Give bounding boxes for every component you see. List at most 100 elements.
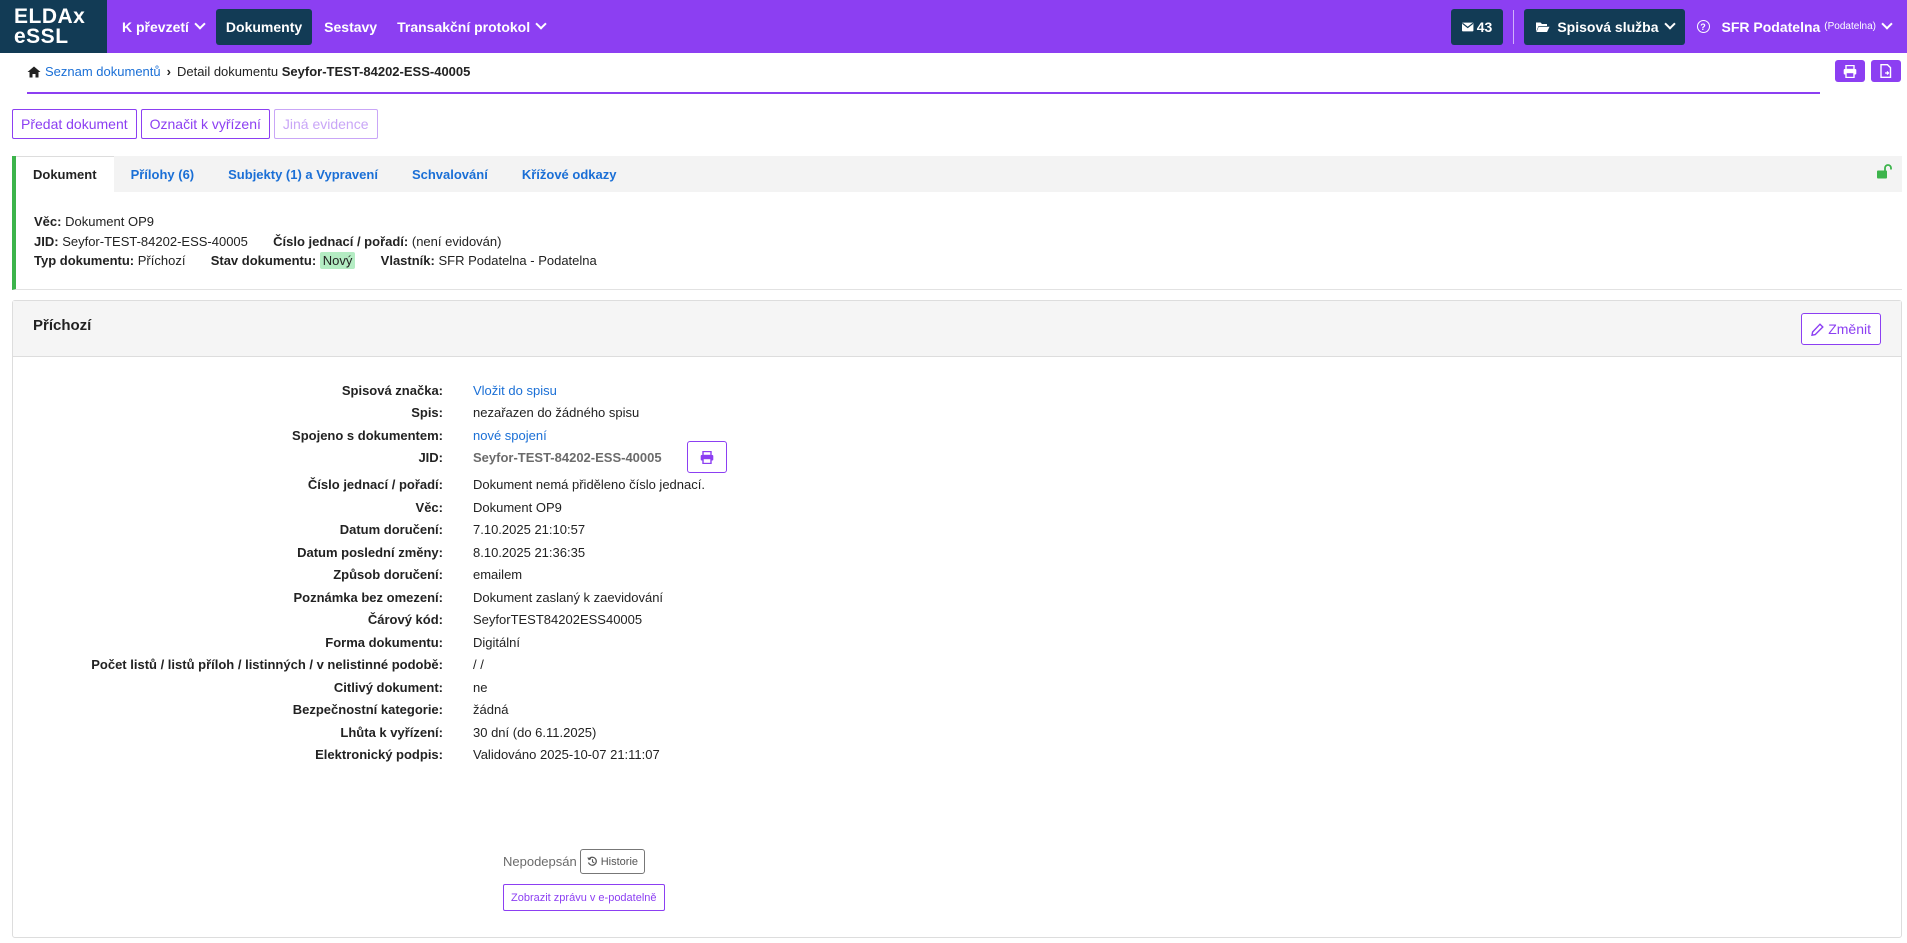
spisova-sluzba-label: Spisová služba (1557, 18, 1659, 35)
status-badge: Nový (319, 252, 356, 269)
detail-value: emailem (473, 566, 523, 582)
detail-value: 8.10.2025 21:36:35 (473, 544, 586, 560)
document-header: Dokument Přílohy (6) Subjekty (1) a Vypr… (12, 156, 1902, 290)
tab-prilohy[interactable]: Přílohy (6) (114, 156, 212, 192)
spisova-sluzba-button[interactable]: Spisová služba (1524, 8, 1685, 45)
detail-label: Poznámka bez omezení: (293, 589, 443, 605)
detail-row-zpusob-doruceni: Způsob doručení: emailem (13, 563, 1013, 585)
detail-label: JID: (418, 449, 443, 465)
tab-subjekty[interactable]: Subjekty (1) a Vypravení (211, 156, 395, 192)
jid-value: Seyfor-TEST-84202-ESS-40005 (473, 449, 662, 465)
user-role: (Podatelna) (1824, 21, 1876, 32)
summary-typ-label: Typ dokumentu: (34, 253, 135, 268)
tab-schvalovani[interactable]: Schvalování (395, 156, 505, 192)
detail-value: Dokument nemá přiděleno číslo jednací. (473, 476, 705, 492)
nav-transakcni-protokol-label: Transakční protokol (397, 18, 531, 35)
export-pdf-button[interactable] (1871, 60, 1901, 82)
detail-row-lhuta: Lhůta k vyřízení: 30 dní (do 6.11.2025) (13, 721, 1013, 743)
tab-dokument[interactable]: Dokument (16, 156, 114, 192)
detail-label: Datum poslední změny: (297, 544, 443, 560)
breadcrumb: Seznam dokumentů › Detail dokumentu Seyf… (27, 62, 1820, 94)
detail-label: Bezpečnostní kategorie: (292, 701, 443, 717)
file-export-icon (1879, 64, 1891, 78)
detail-value: Validováno 2025-10-07 21:11:07 (473, 746, 660, 762)
help-icon[interactable]: ? (1696, 20, 1710, 33)
summary-cj-label: Číslo jednací / pořadí: (273, 233, 409, 249)
detail-label: Spojeno s dokumentem: (292, 427, 443, 443)
detail-label: Lhůta k vyřízení: (340, 724, 443, 740)
detail-title: Příchozí (33, 317, 92, 334)
top-navbar: ELDAx eSSL K převzetí Dokumenty Sestavy … (0, 0, 1907, 53)
history-button-label: Historie (600, 855, 639, 868)
detail-label: Spisová značka: (341, 382, 443, 398)
nav-transakcni-protokol[interactable]: Transakční protokol (387, 0, 555, 53)
summary-jid-label: JID: (34, 233, 59, 249)
detail-label: Počet listů / listů příloh / listinných … (91, 656, 443, 672)
detail-value: 30 dní (do 6.11.2025) (473, 724, 597, 740)
nav-sestavy[interactable]: Sestavy (314, 0, 387, 53)
chevron-down-icon (535, 18, 547, 30)
detail-panel: Příchozí Změnit Spisová značka: Vložit d… (12, 300, 1902, 938)
envelope-icon (1462, 22, 1474, 31)
detail-row-elektronicky-podpis: Elektronický podpis: Validováno 2025-10-… (13, 743, 1013, 765)
detail-label: Způsob doručení: (333, 566, 443, 582)
change-button[interactable]: Změnit (1801, 313, 1881, 345)
jina-evidence-button[interactable]: Jiná evidence (273, 109, 378, 139)
nav-right: 43 Spisová služba ? SFR Podatelna (Podat… (1451, 0, 1907, 53)
summary-stav-label: Stav dokumentu: (210, 253, 317, 268)
nav-dokumenty[interactable]: Dokumenty (215, 8, 313, 45)
detail-row-datum-doruceni: Datum doručení: 7.10.2025 21:10:57 (13, 518, 1013, 540)
detail-value: SeyforTEST84202ESS40005 (473, 611, 643, 627)
signature-status: Nepodepsán (503, 854, 577, 869)
detail-row-poznamka: Poznámka bez omezení: Dokument zaslaný k… (13, 586, 1013, 608)
oznacit-k-vyrizeni-button[interactable]: Označit k vyřízení (140, 109, 270, 139)
signature-status-row: Nepodepsán Historie (503, 849, 646, 874)
nav-dokumenty-label: Dokumenty (225, 18, 303, 35)
vlozit-do-spisu-link[interactable]: Vložit do spisu (473, 383, 557, 398)
show-epodatelna-button[interactable]: Zobrazit zprávu v e-podatelně (503, 884, 665, 911)
chevron-down-icon (194, 18, 206, 30)
predat-dokument-button[interactable]: Předat dokument (12, 109, 137, 139)
print-icon (1843, 64, 1857, 78)
detail-row-spisova-znacka: Spisová značka: Vložit do spisu (13, 379, 1013, 401)
detail-row-pocet-listu: Počet listů / listů příloh / listinných … (13, 653, 1013, 675)
nav-k-prevzeti[interactable]: K převzetí (112, 0, 214, 53)
detail-value: nezařazen do žádného spisu (473, 404, 640, 420)
pencil-icon (1811, 322, 1824, 336)
detail-label: Forma dokumentu: (325, 634, 443, 650)
detail-value: Digitální (473, 634, 520, 650)
tab-krizove-odkazy[interactable]: Křížové odkazy (505, 156, 634, 192)
detail-value: / / (473, 656, 484, 672)
history-button[interactable]: Historie (579, 849, 646, 874)
breadcrumb-home-label: Seznam dokumentů (45, 64, 161, 79)
logo-line-1: ELDAx (14, 4, 86, 28)
print-jid-button[interactable] (686, 441, 727, 473)
breadcrumb-current: Detail dokumentu Seyfor-TEST-84202-ESS-4… (177, 64, 470, 79)
detail-row-vec: Věc: Dokument OP9 (13, 496, 1013, 518)
detail-label: Čárový kód: (367, 611, 443, 627)
summary-vlastnik-label: Vlastník: (380, 253, 435, 268)
detail-value: Dokument OP9 (473, 499, 562, 515)
breadcrumb-home-link[interactable]: Seznam dokumentů (27, 64, 161, 79)
detail-row-datum-zmeny: Datum poslední změny: 8.10.2025 21:36:35 (13, 541, 1013, 563)
detail-label: Spis: (411, 404, 443, 420)
nove-spojeni-link[interactable]: nové spojení (473, 428, 547, 443)
detail-row-cislo-jednaci: Číslo jednací / pořadí: Dokument nemá př… (13, 473, 1013, 495)
detail-row-carovy-kod: Čárový kód: SeyforTEST84202ESS40005 (13, 608, 1013, 630)
app-logo[interactable]: ELDAx eSSL (0, 0, 107, 53)
print-button[interactable] (1835, 60, 1865, 82)
chevron-right-icon: › (166, 64, 171, 79)
user-menu[interactable]: SFR Podatelna (Podatelna) (1722, 18, 1893, 35)
unlock-icon[interactable] (1876, 164, 1892, 180)
summary-vec: Dokument OP9 (65, 214, 154, 229)
history-icon (587, 856, 597, 866)
messages-count: 43 (1476, 18, 1493, 35)
messages-button[interactable]: 43 (1451, 8, 1504, 45)
logo-line-2: eSSL (14, 24, 69, 48)
detail-row-jid: JID: Seyfor-TEST-84202-ESS-40005 (13, 441, 1013, 473)
summary-typ: Příchozí (137, 253, 186, 268)
nav-k-prevzeti-label: K převzetí (122, 18, 189, 35)
chevron-down-icon (1663, 18, 1676, 30)
summary-jid: Seyfor-TEST-84202-ESS-40005 (62, 233, 248, 249)
detail-label: Číslo jednací / pořadí: (307, 476, 443, 492)
